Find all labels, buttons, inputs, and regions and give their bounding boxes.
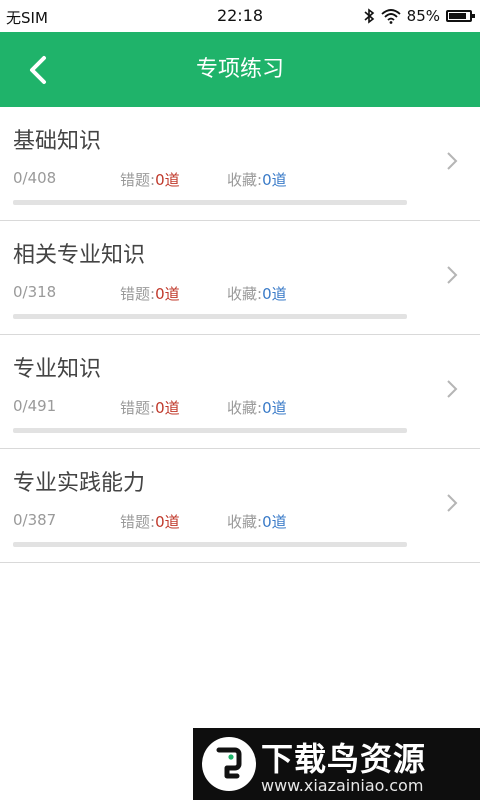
wrong-value: 0道 <box>155 171 180 189</box>
watermark-url: www.xiazainiao.com <box>261 776 424 795</box>
list-item[interactable]: 基础知识 0/408 错题:0道 收藏:0道 <box>0 107 480 221</box>
favorite-value: 0道 <box>262 399 287 417</box>
favorite-label: 收藏: <box>227 285 263 303</box>
status-icons: 85% <box>363 7 475 25</box>
favorite-value: 0道 <box>262 285 287 303</box>
progress-count: 0/408 <box>13 169 57 187</box>
topic-list: 基础知识 0/408 错题:0道 收藏:0道 相关专业知识 0/318 错题:0… <box>0 107 480 563</box>
wrong-stat: 错题:0道 <box>120 283 180 304</box>
wrong-value: 0道 <box>155 285 180 303</box>
wrong-stat: 错题:0道 <box>120 169 180 190</box>
wrong-value: 0道 <box>155 513 180 531</box>
item-meta: 0/387 错题:0道 收藏:0道 <box>13 511 413 531</box>
favorite-label: 收藏: <box>227 513 263 531</box>
item-title: 专业实践能力 <box>13 471 146 496</box>
watermark-banner: 下载鸟资源 www.xiazainiao.com <box>193 728 480 800</box>
item-meta: 0/408 错题:0道 收藏:0道 <box>13 169 413 189</box>
battery-icon <box>446 10 475 22</box>
app-header: 专项练习 <box>0 32 480 107</box>
favorite-stat: 收藏:0道 <box>227 283 287 304</box>
chevron-left-icon <box>30 56 46 84</box>
progress-bar <box>13 200 407 205</box>
progress-bar <box>13 542 407 547</box>
chevron-right-icon <box>447 266 458 284</box>
wifi-icon <box>381 9 401 24</box>
item-meta: 0/318 错题:0道 收藏:0道 <box>13 283 413 303</box>
favorite-stat: 收藏:0道 <box>227 511 287 532</box>
battery-level <box>449 13 466 19</box>
progress-count: 0/491 <box>13 397 57 415</box>
back-button[interactable] <box>22 50 62 90</box>
progress-bar <box>13 314 407 319</box>
favorite-label: 收藏: <box>227 171 263 189</box>
progress-count: 0/318 <box>13 283 57 301</box>
item-meta: 0/491 错题:0道 收藏:0道 <box>13 397 413 417</box>
list-item[interactable]: 专业知识 0/491 错题:0道 收藏:0道 <box>0 335 480 449</box>
favorite-stat: 收藏:0道 <box>227 397 287 418</box>
wrong-label: 错题: <box>120 285 156 303</box>
bird-logo-icon <box>202 737 256 791</box>
watermark-title: 下载鸟资源 <box>261 740 427 778</box>
list-item[interactable]: 相关专业知识 0/318 错题:0道 收藏:0道 <box>0 221 480 335</box>
status-bar: 无SIM 22:18 85% <box>0 0 480 32</box>
favorite-stat: 收藏:0道 <box>227 169 287 190</box>
wrong-label: 错题: <box>120 513 156 531</box>
wrong-label: 错题: <box>120 171 156 189</box>
page-title: 专项练习 <box>195 57 284 82</box>
chevron-right-icon <box>447 494 458 512</box>
wrong-stat: 错题:0道 <box>120 511 180 532</box>
wrong-label: 错题: <box>120 399 156 417</box>
list-item[interactable]: 专业实践能力 0/387 错题:0道 收藏:0道 <box>0 449 480 563</box>
favorite-value: 0道 <box>262 513 287 531</box>
item-title: 基础知识 <box>13 129 102 154</box>
progress-count: 0/387 <box>13 511 57 529</box>
wrong-value: 0道 <box>155 399 180 417</box>
bluetooth-icon <box>364 8 374 24</box>
progress-bar <box>13 428 407 433</box>
battery-percent: 85% <box>406 7 440 25</box>
item-title: 专业知识 <box>13 357 102 382</box>
favorite-label: 收藏: <box>227 399 263 417</box>
chevron-right-icon <box>447 152 458 170</box>
favorite-value: 0道 <box>262 171 287 189</box>
item-title: 相关专业知识 <box>13 243 146 268</box>
chevron-right-icon <box>447 380 458 398</box>
wrong-stat: 错题:0道 <box>120 397 180 418</box>
